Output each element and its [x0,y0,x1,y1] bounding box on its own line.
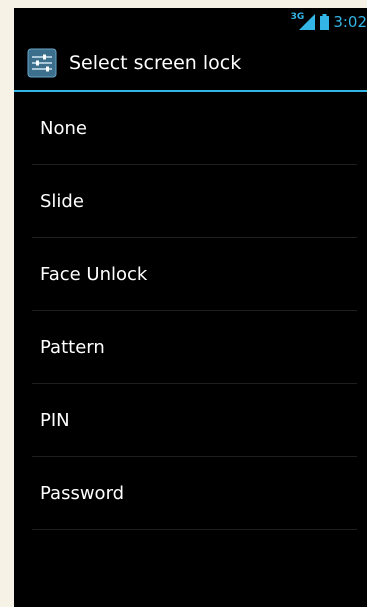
battery-icon [320,14,330,30]
screen-lock-options: None Slide Face Unlock Pattern PIN Passw… [14,92,367,530]
option-none[interactable]: None [14,92,367,165]
option-label: Password [40,483,125,504]
action-bar: Select screen lock [14,36,367,92]
option-pattern[interactable]: Pattern [14,311,367,384]
status-icons: 3G 3:02 [290,12,367,31]
option-label: Pattern [40,337,105,358]
option-slide[interactable]: Slide [14,165,367,238]
option-label: Face Unlock [40,264,148,285]
status-bar: 3G 3:02 [14,8,367,36]
device-screen: 3G 3:02 Select screen lock None Slide Fa… [14,8,367,607]
option-label: None [40,118,87,139]
option-password[interactable]: Password [14,457,367,530]
option-label: Slide [40,191,84,212]
divider [32,529,357,530]
status-clock: 3:02 [333,13,367,31]
option-face-unlock[interactable]: Face Unlock [14,238,367,311]
network-type-label: 3G [290,12,305,22]
option-label: PIN [40,410,70,431]
settings-icon[interactable] [27,48,57,78]
option-pin[interactable]: PIN [14,384,367,457]
page-title: Select screen lock [69,52,242,74]
